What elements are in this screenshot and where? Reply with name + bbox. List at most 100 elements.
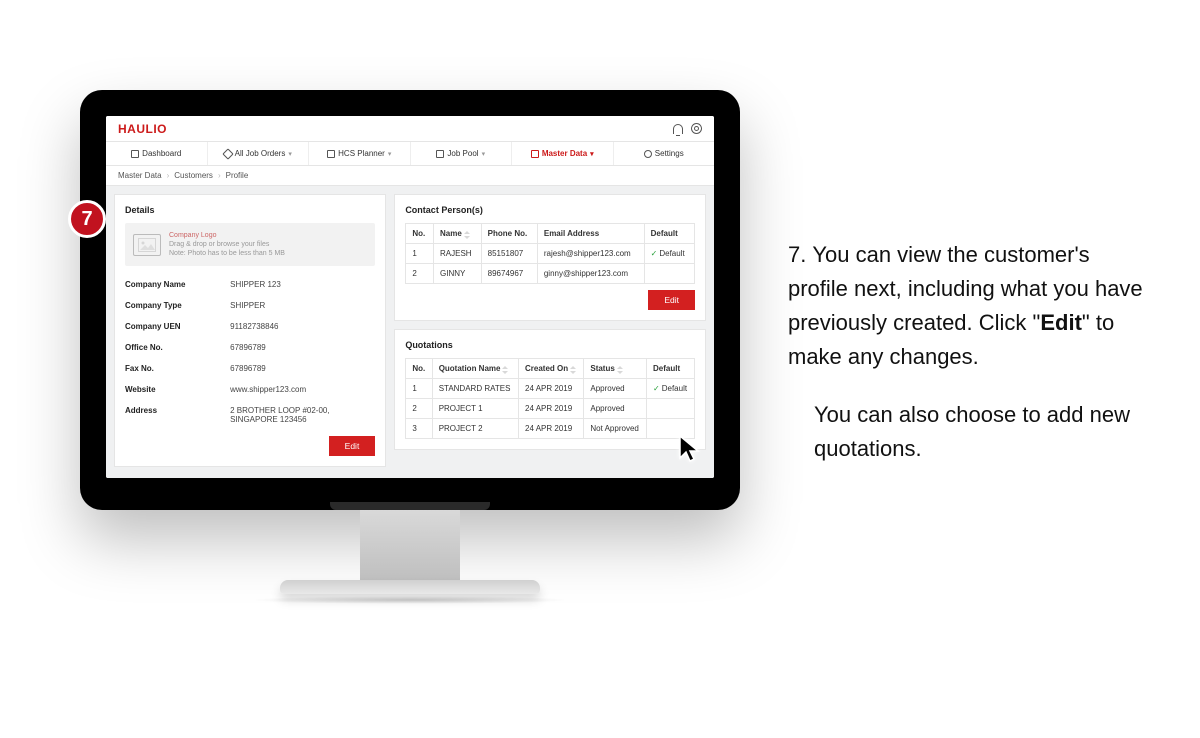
col-no[interactable]: No.: [406, 359, 432, 379]
cell-email: rajesh@shipper123.com: [537, 244, 644, 264]
table-row[interactable]: 2 GINNY 89674967 ginny@shipper123.com: [406, 264, 695, 284]
col-created[interactable]: Created On: [519, 359, 584, 379]
detail-row: Address2 BROTHER LOOP #02-00, SINGAPORE …: [125, 400, 375, 430]
field-value: www.shipper123.com: [230, 385, 306, 394]
main-nav: Dashboard All Job Orders ▾ HCS Planner ▾: [106, 142, 714, 166]
cell-email: ginny@shipper123.com: [537, 264, 644, 284]
breadcrumb-item: Profile: [226, 171, 249, 180]
col-email[interactable]: Email Address: [537, 224, 644, 244]
cell-default: ✓Default: [647, 379, 695, 399]
card-title: Quotations: [405, 340, 695, 350]
col-phone[interactable]: Phone No.: [481, 224, 537, 244]
pencil-icon: [222, 148, 233, 159]
nav-master-data[interactable]: Master Data ▾: [512, 142, 614, 165]
nav-job-orders[interactable]: All Job Orders ▾: [208, 142, 310, 165]
field-label: Office No.: [125, 343, 230, 352]
nav-label: Master Data: [542, 149, 587, 158]
detail-row: Office No.67896789: [125, 337, 375, 358]
cell-name: PROJECT 1: [432, 399, 518, 419]
bell-icon[interactable]: [673, 124, 683, 134]
logo-upload[interactable]: Company Logo Drag & drop or browse your …: [125, 223, 375, 266]
detail-row: Company UEN91182738846: [125, 316, 375, 337]
breadcrumb-item[interactable]: Customers: [174, 171, 213, 180]
nav-label: HCS Planner: [338, 149, 385, 158]
edit-contacts-button[interactable]: Edit: [648, 290, 695, 310]
cell-status: Not Approved: [584, 419, 647, 439]
detail-row: Websitewww.shipper123.com: [125, 379, 375, 400]
sort-icon: [617, 366, 623, 372]
chevron-right-icon: ›: [167, 171, 170, 180]
sort-icon: [502, 366, 508, 372]
col-default[interactable]: Default: [647, 359, 695, 379]
cell-phone: 85151807: [481, 244, 537, 264]
cell-default: ✓Default: [644, 244, 694, 264]
cell-name: RAJESH: [434, 244, 482, 264]
cell-phone: 89674967: [481, 264, 537, 284]
quotations-card: Quotations No. Quotation Name Created On…: [394, 329, 706, 450]
book-icon: [531, 150, 539, 158]
edit-details-button[interactable]: Edit: [329, 436, 376, 456]
col-default[interactable]: Default: [644, 224, 694, 244]
chevron-down-icon: ▾: [388, 150, 392, 158]
table-row[interactable]: 1 RAJESH 85151807 rajesh@shipper123.com …: [406, 244, 695, 264]
breadcrumb: Master Data › Customers › Profile: [106, 166, 714, 186]
field-label: Address: [125, 406, 230, 424]
nav-job-pool[interactable]: Job Pool ▾: [411, 142, 513, 165]
cell-created: 24 APR 2019: [519, 419, 584, 439]
field-value: SHIPPER 123: [230, 280, 281, 289]
col-no[interactable]: No.: [406, 224, 434, 244]
chevron-down-icon: ▾: [288, 150, 292, 158]
cell-no: 1: [406, 379, 432, 399]
check-icon: ✓: [653, 384, 660, 393]
cell-no: 3: [406, 419, 432, 439]
check-icon: ✓: [651, 249, 658, 258]
chevron-right-icon: ›: [218, 171, 221, 180]
contacts-table: No. Name Phone No. Email Address Default…: [405, 223, 695, 284]
cell-name: STANDARD RATES: [432, 379, 518, 399]
col-status[interactable]: Status: [584, 359, 647, 379]
chevron-down-icon: ▾: [590, 150, 594, 158]
monitor-mockup: HAULIO Dashboard All Job Orders ▾: [80, 90, 740, 604]
instruction-bold: Edit: [1040, 310, 1082, 335]
table-row[interactable]: 1 STANDARD RATES 24 APR 2019 Approved ✓D…: [406, 379, 695, 399]
nav-hcs-planner[interactable]: HCS Planner ▾: [309, 142, 411, 165]
nav-label: All Job Orders: [235, 149, 286, 158]
table-row[interactable]: 3 PROJECT 2 24 APR 2019 Not Approved: [406, 419, 695, 439]
field-value: SHIPPER: [230, 301, 265, 310]
cell-status: Approved: [584, 379, 647, 399]
instruction-text: 7.You can view the customer's profile ne…: [788, 238, 1148, 491]
cell-created: 24 APR 2019: [519, 399, 584, 419]
chevron-down-icon: ▾: [482, 150, 486, 158]
cell-no: 1: [406, 244, 434, 264]
field-label: Company Type: [125, 301, 230, 310]
top-bar: HAULIO: [106, 116, 714, 142]
home-icon: [131, 150, 139, 158]
col-quotation-name[interactable]: Quotation Name: [432, 359, 518, 379]
field-value: 2 BROTHER LOOP #02-00, SINGAPORE 123456: [230, 406, 375, 424]
cell-no: 2: [406, 264, 434, 284]
breadcrumb-item[interactable]: Master Data: [118, 171, 162, 180]
instruction-body: You can also choose to add new quotation…: [788, 398, 1148, 466]
sort-icon: [464, 231, 470, 237]
brand-logo: HAULIO: [118, 122, 167, 136]
cell-created: 24 APR 2019: [519, 379, 584, 399]
quotations-table: No. Quotation Name Created On Status Def…: [405, 358, 695, 439]
calendar-icon: [436, 150, 444, 158]
upload-title: Company Logo: [169, 231, 285, 240]
upload-hint: Drag & drop or browse your files: [169, 240, 285, 249]
nav-dashboard[interactable]: Dashboard: [106, 142, 208, 165]
nav-settings[interactable]: Settings: [614, 142, 715, 165]
table-row[interactable]: 2 PROJECT 1 24 APR 2019 Approved: [406, 399, 695, 419]
cell-name: GINNY: [434, 264, 482, 284]
nav-label: Settings: [655, 149, 684, 158]
image-placeholder-icon: [133, 234, 161, 256]
col-name[interactable]: Name: [434, 224, 482, 244]
tablet-icon: [327, 150, 335, 158]
field-label: Company UEN: [125, 322, 230, 331]
nav-label: Dashboard: [142, 149, 181, 158]
detail-row: Company TypeSHIPPER: [125, 295, 375, 316]
settings-icon: [644, 150, 652, 158]
field-value: 67896789: [230, 364, 266, 373]
cell-no: 2: [406, 399, 432, 419]
gear-icon[interactable]: [691, 123, 702, 134]
